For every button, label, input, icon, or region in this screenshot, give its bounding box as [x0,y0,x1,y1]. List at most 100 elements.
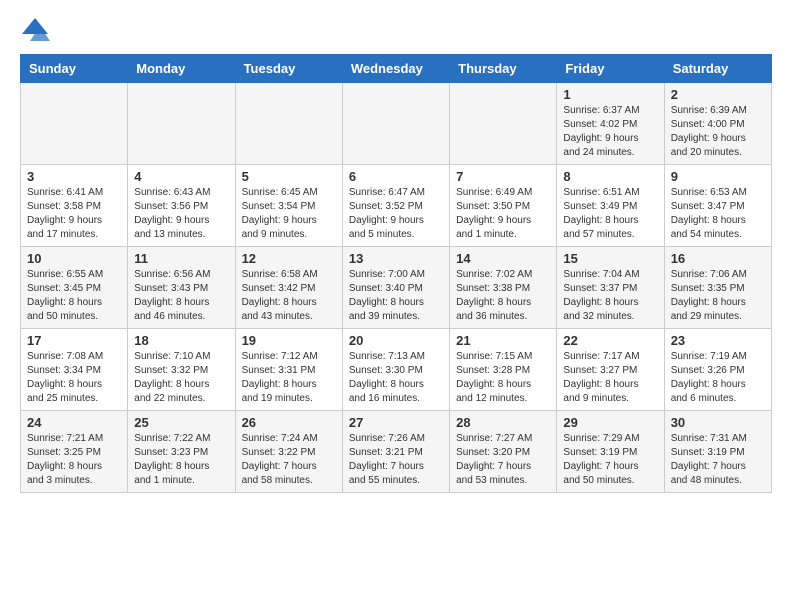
day-number: 8 [563,169,657,184]
day-number: 10 [27,251,121,266]
day-number: 28 [456,415,550,430]
day-cell: 11 Sunrise: 6:56 AM Sunset: 3:43 PM Dayli… [128,247,235,329]
week-row-0: 1 Sunrise: 6:37 AM Sunset: 4:02 PM Daylig… [21,83,772,165]
header-cell-thursday: Thursday [450,55,557,83]
header [0,0,792,54]
day-cell [235,83,342,165]
day-info: Sunrise: 6:55 AM Sunset: 3:45 PM Dayligh… [27,268,121,324]
day-info: Sunrise: 7:13 AM Sunset: 3:30 PM Dayligh… [349,350,443,406]
day-cell: 8 Sunrise: 6:51 AM Sunset: 3:49 PM Daylig… [557,165,664,247]
day-info: Sunrise: 7:10 AM Sunset: 3:32 PM Dayligh… [134,350,228,406]
day-cell: 14 Sunrise: 7:02 AM Sunset: 3:38 PM Dayli… [450,247,557,329]
day-info: Sunrise: 7:22 AM Sunset: 3:23 PM Dayligh… [134,432,228,488]
day-cell: 21 Sunrise: 7:15 AM Sunset: 3:28 PM Dayli… [450,329,557,411]
day-number: 25 [134,415,228,430]
day-number: 29 [563,415,657,430]
day-number: 23 [671,333,765,348]
day-info: Sunrise: 7:26 AM Sunset: 3:21 PM Dayligh… [349,432,443,488]
day-cell: 1 Sunrise: 6:37 AM Sunset: 4:02 PM Daylig… [557,83,664,165]
day-number: 2 [671,87,765,102]
day-info: Sunrise: 6:47 AM Sunset: 3:52 PM Dayligh… [349,186,443,242]
day-info: Sunrise: 6:39 AM Sunset: 4:00 PM Dayligh… [671,104,765,160]
day-info: Sunrise: 6:58 AM Sunset: 3:42 PM Dayligh… [242,268,336,324]
day-number: 13 [349,251,443,266]
day-number: 18 [134,333,228,348]
day-cell: 16 Sunrise: 7:06 AM Sunset: 3:35 PM Dayli… [664,247,771,329]
day-number: 15 [563,251,657,266]
day-info: Sunrise: 6:37 AM Sunset: 4:02 PM Dayligh… [563,104,657,160]
calendar-table: SundayMondayTuesdayWednesdayThursdayFrid… [20,54,772,493]
day-info: Sunrise: 7:27 AM Sunset: 3:20 PM Dayligh… [456,432,550,488]
day-info: Sunrise: 7:21 AM Sunset: 3:25 PM Dayligh… [27,432,121,488]
day-cell: 6 Sunrise: 6:47 AM Sunset: 3:52 PM Daylig… [342,165,449,247]
day-cell [450,83,557,165]
day-info: Sunrise: 6:51 AM Sunset: 3:49 PM Dayligh… [563,186,657,242]
calendar-header: SundayMondayTuesdayWednesdayThursdayFrid… [21,55,772,83]
day-number: 9 [671,169,765,184]
week-row-3: 17Sunrise: 7:08 AM Sunset: 3:34 PM Dayli… [21,329,772,411]
calendar-body: 1 Sunrise: 6:37 AM Sunset: 4:02 PM Daylig… [21,83,772,493]
day-info: Sunrise: 7:29 AM Sunset: 3:19 PM Dayligh… [563,432,657,488]
day-number: 19 [242,333,336,348]
header-cell-monday: Monday [128,55,235,83]
day-info: Sunrise: 7:19 AM Sunset: 3:26 PM Dayligh… [671,350,765,406]
day-info: Sunrise: 6:56 AM Sunset: 3:43 PM Dayligh… [134,268,228,324]
logo-icon [20,16,50,46]
header-cell-sunday: Sunday [21,55,128,83]
day-info: Sunrise: 6:43 AM Sunset: 3:56 PM Dayligh… [134,186,228,242]
day-cell: 2 Sunrise: 6:39 AM Sunset: 4:00 PM Daylig… [664,83,771,165]
day-cell: 17Sunrise: 7:08 AM Sunset: 3:34 PM Dayli… [21,329,128,411]
day-cell: 9 Sunrise: 6:53 AM Sunset: 3:47 PM Daylig… [664,165,771,247]
day-number: 21 [456,333,550,348]
day-cell: 12 Sunrise: 6:58 AM Sunset: 3:42 PM Dayli… [235,247,342,329]
day-number: 11 [134,251,228,266]
day-info: Sunrise: 6:49 AM Sunset: 3:50 PM Dayligh… [456,186,550,242]
day-cell: 24 Sunrise: 7:21 AM Sunset: 3:25 PM Dayli… [21,411,128,493]
day-cell: 19Sunrise: 7:12 AM Sunset: 3:31 PM Dayli… [235,329,342,411]
day-number: 3 [27,169,121,184]
day-number: 5 [242,169,336,184]
day-cell: 25 Sunrise: 7:22 AM Sunset: 3:23 PM Dayli… [128,411,235,493]
day-info: Sunrise: 6:53 AM Sunset: 3:47 PM Dayligh… [671,186,765,242]
day-cell: 29 Sunrise: 7:29 AM Sunset: 3:19 PM Dayli… [557,411,664,493]
day-number: 20 [349,333,443,348]
day-info: Sunrise: 7:24 AM Sunset: 3:22 PM Dayligh… [242,432,336,488]
day-number: 1 [563,87,657,102]
day-cell: 22Sunrise: 7:17 AM Sunset: 3:27 PM Dayli… [557,329,664,411]
day-cell: 4Sunrise: 6:43 AM Sunset: 3:56 PM Daylig… [128,165,235,247]
logo [20,16,54,46]
day-number: 16 [671,251,765,266]
day-cell: 3 Sunrise: 6:41 AM Sunset: 3:58 PM Daylig… [21,165,128,247]
day-number: 14 [456,251,550,266]
day-number: 12 [242,251,336,266]
day-info: Sunrise: 7:15 AM Sunset: 3:28 PM Dayligh… [456,350,550,406]
day-number: 24 [27,415,121,430]
calendar-wrapper: SundayMondayTuesdayWednesdayThursdayFrid… [0,54,792,493]
day-cell: 13 Sunrise: 7:00 AM Sunset: 3:40 PM Dayli… [342,247,449,329]
day-cell [128,83,235,165]
day-cell: 5Sunrise: 6:45 AM Sunset: 3:54 PM Daylig… [235,165,342,247]
day-cell: 10 Sunrise: 6:55 AM Sunset: 3:45 PM Dayli… [21,247,128,329]
day-cell: 18 Sunrise: 7:10 AM Sunset: 3:32 PM Dayli… [128,329,235,411]
day-info: Sunrise: 7:06 AM Sunset: 3:35 PM Dayligh… [671,268,765,324]
header-cell-tuesday: Tuesday [235,55,342,83]
day-cell: 28 Sunrise: 7:27 AM Sunset: 3:20 PM Dayli… [450,411,557,493]
day-cell: 7 Sunrise: 6:49 AM Sunset: 3:50 PM Daylig… [450,165,557,247]
day-cell: 23 Sunrise: 7:19 AM Sunset: 3:26 PM Dayli… [664,329,771,411]
day-info: Sunrise: 7:00 AM Sunset: 3:40 PM Dayligh… [349,268,443,324]
day-number: 22 [563,333,657,348]
day-cell: 20 Sunrise: 7:13 AM Sunset: 3:30 PM Dayli… [342,329,449,411]
day-number: 26 [242,415,336,430]
week-row-2: 10 Sunrise: 6:55 AM Sunset: 3:45 PM Dayli… [21,247,772,329]
day-info: Sunrise: 7:02 AM Sunset: 3:38 PM Dayligh… [456,268,550,324]
day-number: 17 [27,333,121,348]
day-number: 30 [671,415,765,430]
header-cell-wednesday: Wednesday [342,55,449,83]
header-row: SundayMondayTuesdayWednesdayThursdayFrid… [21,55,772,83]
day-cell [342,83,449,165]
day-number: 7 [456,169,550,184]
day-number: 6 [349,169,443,184]
day-cell [21,83,128,165]
day-info: Sunrise: 6:41 AM Sunset: 3:58 PM Dayligh… [27,186,121,242]
week-row-1: 3 Sunrise: 6:41 AM Sunset: 3:58 PM Daylig… [21,165,772,247]
